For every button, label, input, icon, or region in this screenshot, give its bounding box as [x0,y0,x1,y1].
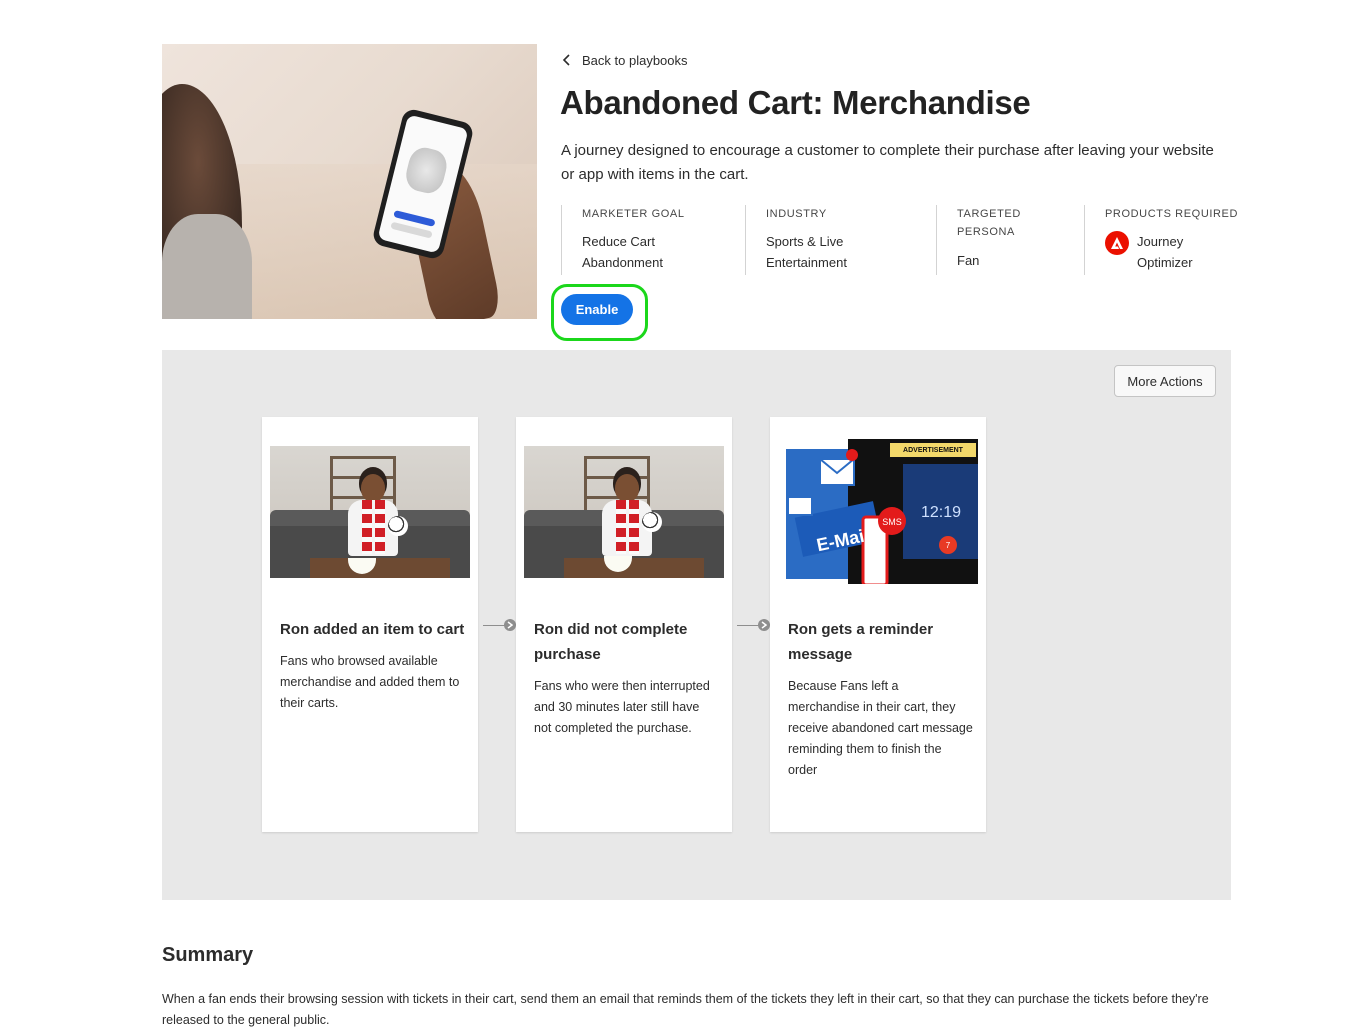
step-description: Because Fans left a merchandise in their… [788,679,973,777]
notification-badge: 7 [946,541,951,550]
chevron-left-icon [562,54,570,66]
meta-value: Reduce Cart Abandonment [582,234,663,270]
step-image-fan-on-phone [524,446,724,578]
clock-label: 12:19 [921,504,961,521]
step-title: Ron did not complete purchase [534,621,688,663]
meta-label: TARGETED PERSONA [957,208,1021,238]
step-connector [483,619,517,631]
chevron-right-icon [761,621,767,629]
journey-step-card: ADVERTISEMENT E-Mai SMS 12:19 7 Ron gets… [770,417,986,832]
meta-label: INDUSTRY [766,208,827,220]
ad-label: ADVERTISEMENT [903,447,964,454]
step-connector [737,619,771,631]
meta-marketer-goal: MARKETER GOAL Reduce Cart Abandonment [561,205,745,275]
hero-image [162,44,537,319]
enable-button[interactable]: Enable [561,294,633,325]
more-actions-button[interactable]: More Actions [1114,365,1216,397]
sms-label: SMS [882,517,902,527]
step-description: Fans who browsed available merchandise a… [280,654,460,710]
meta-targeted-persona: TARGETED PERSONA Fan [936,205,1084,275]
summary-text: When a fan ends their browsing session w… [162,992,1209,1027]
back-to-playbooks-link[interactable]: Back to playbooks [562,50,688,70]
step-title: Ron added an item to cart [280,621,465,638]
chevron-right-icon [507,621,513,629]
page-description: A journey designed to encourage a custom… [561,142,1214,183]
back-link-label: Back to playbooks [582,52,688,68]
meta-label: PRODUCTS REQUIRED [1105,208,1239,220]
journey-step-card: Ron did not complete purchase Fans who w… [516,417,732,832]
meta-label: MARKETER GOAL [582,208,685,220]
meta-industry: INDUSTRY Sports & Live Entertainment [745,205,936,275]
page-title: Abandoned Cart: Merchandise [560,84,1031,121]
step-title: Ron gets a reminder message [788,621,934,663]
meta-value: Sports & Live Entertainment [766,234,847,270]
summary-heading: Summary [162,944,254,966]
journey-step-card: Ron added an item to cart Fans who brows… [262,417,478,832]
step-description: Fans who were then interrupted and 30 mi… [534,679,710,735]
meta-value: Journey Optimizer [1105,231,1245,273]
step-image-messaging-collage: ADVERTISEMENT E-Mai SMS 12:19 7 [778,439,978,584]
meta-products-required: PRODUCTS REQUIRED Journey Optimizer [1084,205,1245,275]
meta-value: Fan [957,253,980,268]
adobe-journey-optimizer-icon [1105,231,1129,255]
step-image-fan-cheering [270,446,470,578]
